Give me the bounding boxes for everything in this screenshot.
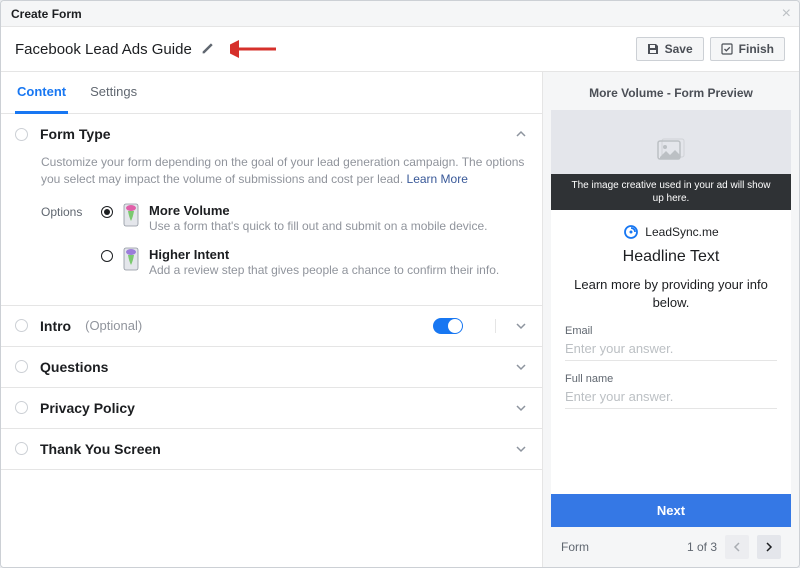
chevron-right-icon: [765, 542, 773, 552]
left-panel: Content Settings Form Type Customize you…: [1, 72, 543, 567]
chevron-down-icon: [514, 319, 528, 333]
options-label: Options: [41, 203, 101, 291]
preview-subline: Learn more by providing your info below.: [565, 276, 777, 311]
step-circle-icon: [15, 319, 28, 332]
step-circle-icon: [15, 128, 28, 141]
tab-settings[interactable]: Settings: [88, 72, 139, 113]
preview-field-email-placeholder: Enter your answer.: [565, 341, 777, 361]
section-intro-title: Intro: [40, 318, 71, 334]
section-form-type: Form Type Customize your form depending …: [1, 114, 542, 306]
preview-image-caption: The image creative used in your ad will …: [551, 174, 791, 210]
form-title-row: Facebook Lead Ads Guide Save Finish: [1, 27, 799, 72]
preview-field-email-label: Email: [565, 325, 777, 337]
section-form-type-title: Form Type: [40, 126, 111, 142]
preview-brand-name: LeadSync.me: [645, 225, 718, 239]
preview-brand: LeadSync.me: [565, 224, 777, 240]
preview-image-placeholder: The image creative used in your ad will …: [551, 110, 791, 210]
preview-field-email: Email Enter your answer.: [565, 325, 777, 361]
section-questions-title: Questions: [40, 359, 108, 375]
section-thank-you: Thank You Screen: [1, 429, 542, 470]
higher-intent-icon: [121, 247, 141, 273]
section-questions-header[interactable]: Questions: [1, 347, 542, 387]
option-more-volume-desc: Use a form that's quick to fill out and …: [149, 219, 487, 233]
save-button[interactable]: Save: [636, 37, 704, 61]
preview-heading: More Volume - Form Preview: [543, 72, 799, 110]
option-more-volume[interactable]: More Volume Use a form that's quick to f…: [101, 203, 528, 233]
preview-next-page-button[interactable]: [757, 535, 781, 559]
form-type-description: Customize your form depending on the goa…: [41, 154, 528, 189]
preview-field-fullname-label: Full name: [565, 373, 777, 385]
annotation-arrow: [230, 39, 278, 59]
section-privacy-header[interactable]: Privacy Policy: [1, 388, 542, 428]
modal-title: Create Form: [11, 7, 82, 21]
radio-more-volume[interactable]: [101, 206, 113, 218]
preview-card: LeadSync.me Headline Text Learn more by …: [551, 210, 791, 527]
brand-icon: [623, 224, 639, 240]
preview-headline: Headline Text: [565, 248, 777, 266]
chevron-down-icon: [514, 401, 528, 415]
preview-field-fullname: Full name Enter your answer.: [565, 373, 777, 409]
preview-prev-button[interactable]: [725, 535, 749, 559]
preview-footer-label: Form: [561, 540, 589, 554]
option-higher-intent-desc: Add a review step that gives people a ch…: [149, 263, 499, 277]
section-form-type-header[interactable]: Form Type: [1, 114, 542, 154]
step-circle-icon: [15, 360, 28, 373]
save-icon: [647, 43, 659, 55]
step-circle-icon: [15, 401, 28, 414]
tab-content[interactable]: Content: [15, 72, 68, 114]
form-name-area: Facebook Lead Ads Guide: [15, 39, 278, 59]
section-questions: Questions: [1, 347, 542, 388]
chevron-down-icon: [514, 442, 528, 456]
section-thank-you-header[interactable]: Thank You Screen: [1, 429, 542, 469]
save-button-label: Save: [665, 42, 693, 56]
preview-next-button[interactable]: Next: [551, 494, 791, 527]
more-volume-icon: [121, 203, 141, 229]
option-higher-intent-title: Higher Intent: [149, 247, 499, 262]
preview-panel: More Volume - Form Preview The image cre…: [543, 72, 799, 567]
learn-more-link[interactable]: Learn More: [407, 172, 468, 186]
preview-footer: Form 1 of 3: [551, 527, 791, 567]
finish-button-label: Finish: [739, 42, 774, 56]
chevron-down-icon: [514, 360, 528, 374]
optional-label: (Optional): [85, 318, 142, 333]
form-name-text: Facebook Lead Ads Guide: [15, 41, 192, 58]
create-form-modal: Create Form × Facebook Lead Ads Guide Sa…: [0, 0, 800, 568]
preview-field-fullname-placeholder: Enter your answer.: [565, 389, 777, 409]
finish-button[interactable]: Finish: [710, 37, 785, 61]
radio-higher-intent[interactable]: [101, 250, 113, 262]
intro-toggle[interactable]: [433, 318, 463, 334]
section-privacy: Privacy Policy: [1, 388, 542, 429]
step-circle-icon: [15, 442, 28, 455]
modal-header: Create Form ×: [1, 1, 799, 27]
edit-name-icon[interactable]: [200, 42, 214, 56]
chevron-left-icon: [733, 542, 741, 552]
option-higher-intent[interactable]: Higher Intent Add a review step that giv…: [101, 247, 528, 277]
section-privacy-title: Privacy Policy: [40, 400, 135, 416]
chevron-up-icon: [514, 127, 528, 141]
section-intro: Intro (Optional): [1, 306, 542, 347]
option-more-volume-title: More Volume: [149, 203, 487, 218]
finish-icon: [721, 43, 733, 55]
tab-bar: Content Settings: [1, 72, 542, 114]
image-placeholder-icon: [657, 138, 685, 162]
close-icon[interactable]: ×: [782, 5, 791, 23]
section-thank-you-title: Thank You Screen: [40, 441, 161, 457]
section-intro-header[interactable]: Intro (Optional): [1, 306, 542, 346]
preview-page-indicator: 1 of 3: [597, 540, 717, 554]
